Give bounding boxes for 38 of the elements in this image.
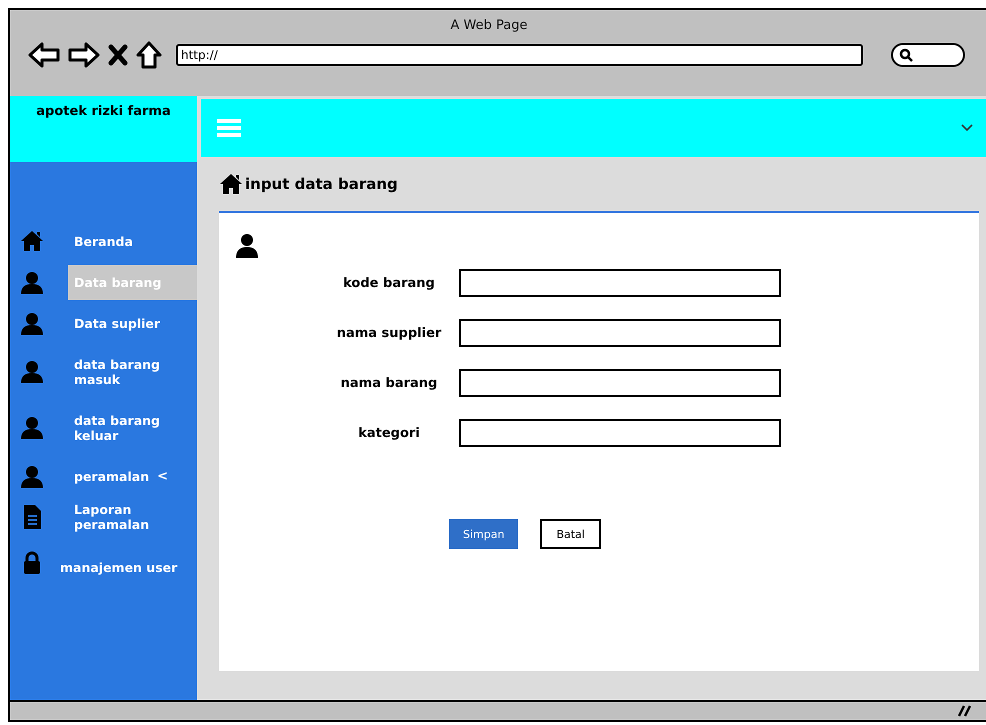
forward-icon[interactable] [68,42,100,68]
input-field[interactable] [459,269,781,297]
search-field[interactable] [891,43,965,67]
sidebar-item[interactable]: Beranda [68,224,186,259]
sidebar-item[interactable]: Data suplier [68,306,186,341]
window-title: A Web Page [450,18,528,33]
user-icon [20,270,44,294]
sidebar-item[interactable]: manajemen user [54,550,196,585]
sidebar-item[interactable]: Laporan peramalan [68,502,186,532]
user-icon [20,464,44,488]
user-icon [20,360,44,384]
field-label: kode barang [342,276,436,290]
user-icon [235,233,259,259]
user-icon [20,416,44,440]
address-field[interactable]: http:// [176,44,863,66]
resize-grip-icon[interactable] [958,705,972,717]
close-icon[interactable] [108,44,128,66]
user-icon [20,312,44,336]
input-field[interactable] [459,419,781,447]
sidebar-item[interactable]: data barang keluar [68,403,186,453]
field-label: nama supplier [336,326,442,340]
search-icon [899,48,913,62]
home-icon [20,230,44,254]
brand-name: apotek rizki farma [10,96,197,162]
page-title: input data barang [245,175,398,193]
input-field[interactable] [459,369,781,397]
sidebar-item[interactable]: peramalan [68,459,156,494]
save-button[interactable]: Simpan [449,519,518,549]
home-icon[interactable] [136,41,162,69]
field-label: kategori [357,426,421,440]
caret-icon[interactable]: < [157,469,168,484]
back-icon[interactable] [28,42,60,68]
input-field[interactable] [459,319,781,347]
field-label: nama barang [340,376,438,390]
cancel-button[interactable]: Batal [540,519,601,549]
sidebar-item[interactable]: data barang masuk [68,347,186,397]
chevron-down-icon[interactable] [961,124,973,132]
home-icon [219,173,243,195]
